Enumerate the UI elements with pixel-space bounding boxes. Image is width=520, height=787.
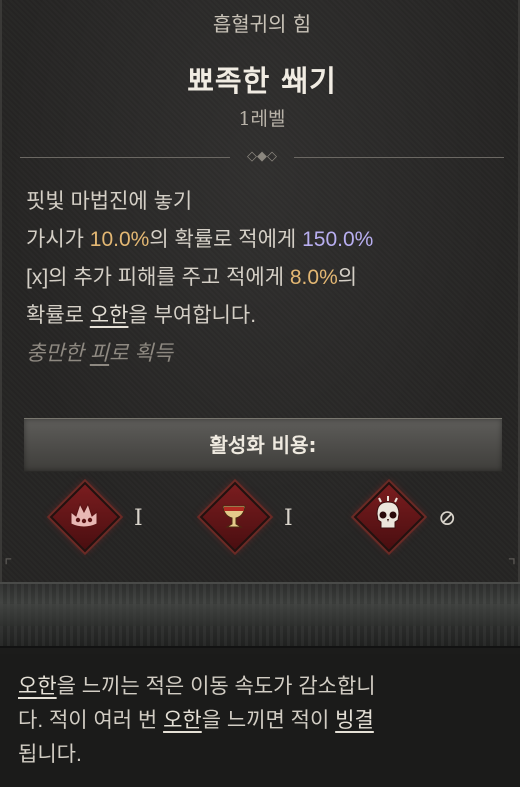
keyword-freeze: 빙결 — [335, 709, 374, 732]
crown-icon — [70, 502, 98, 528]
divider-ornament-icon: ◇◆◇ — [247, 149, 277, 164]
skill-name: 뾰족한 쐐기 — [187, 64, 337, 98]
tooltip-panel: 흡혈귀의 힘 뾰족한 쐐기 1레벨 ◇◆◇ 핏빛 마법진에 놓기 가시가 10.… — [0, 0, 520, 582]
cost-item-crown: I — [49, 481, 164, 558]
activation-cost-list: I I ⊘ — [2, 481, 520, 558]
skill-description: 핏빛 마법진에 놓기 가시가 10.0%의 확률로 적에게 150.0% [x]… — [26, 183, 504, 373]
description-line: 확률로 오한을 부여합니다. — [26, 304, 257, 327]
corner-ornament-icon: ⌝ — [507, 556, 516, 577]
header-divider: ◇◆◇ — [20, 150, 504, 164]
activation-cost-header: 활성화 비용: — [24, 418, 502, 472]
keyword-explanation: 오한을 느끼는 적은 이동 속도가 감소합니 다. 적이 여러 번 오한을 느끼… — [0, 654, 520, 787]
cost-quantity: I — [134, 506, 143, 531]
damage-value: 150.0% — [302, 228, 374, 251]
skill-category: 흡혈귀의 힘 — [212, 12, 312, 36]
proc-chance-value: 10.0% — [89, 228, 150, 251]
description-line: 가시가 10.0%의 확률로 적에게 150.0% — [26, 228, 374, 251]
description-line: [x]의 추가 피해를 주고 적에게 8.0%의 — [26, 266, 358, 289]
keyword-chill[interactable]: 오한 — [90, 304, 129, 327]
keyword-chill: 오한 — [163, 709, 202, 732]
corner-ornament-icon: ⌜ — [4, 556, 13, 577]
chalice-icon — [222, 505, 246, 528]
keyword-blood[interactable]: 피 — [90, 342, 109, 365]
skull-icon — [376, 496, 400, 529]
cost-item-chalice: I — [199, 481, 314, 558]
skill-level: 1레벨 — [238, 108, 286, 130]
chill-chance-value: 8.0% — [289, 266, 338, 289]
keyword-explanation-text: 오한을 느끼는 적은 이동 속도가 감소합니 다. 적이 여러 번 오한을 느끼… — [18, 675, 376, 766]
cost-quantity: ⊘ — [438, 506, 457, 531]
tooltip-frame-band — [0, 582, 520, 648]
description-line: 핏빛 마법진에 놓기 — [26, 190, 193, 213]
keyword-chill: 오한 — [18, 675, 57, 698]
cost-quantity: I — [284, 506, 293, 531]
description-line: 충만한 피로 획득 — [26, 342, 173, 365]
cost-item-skull: ⊘ — [353, 481, 478, 558]
